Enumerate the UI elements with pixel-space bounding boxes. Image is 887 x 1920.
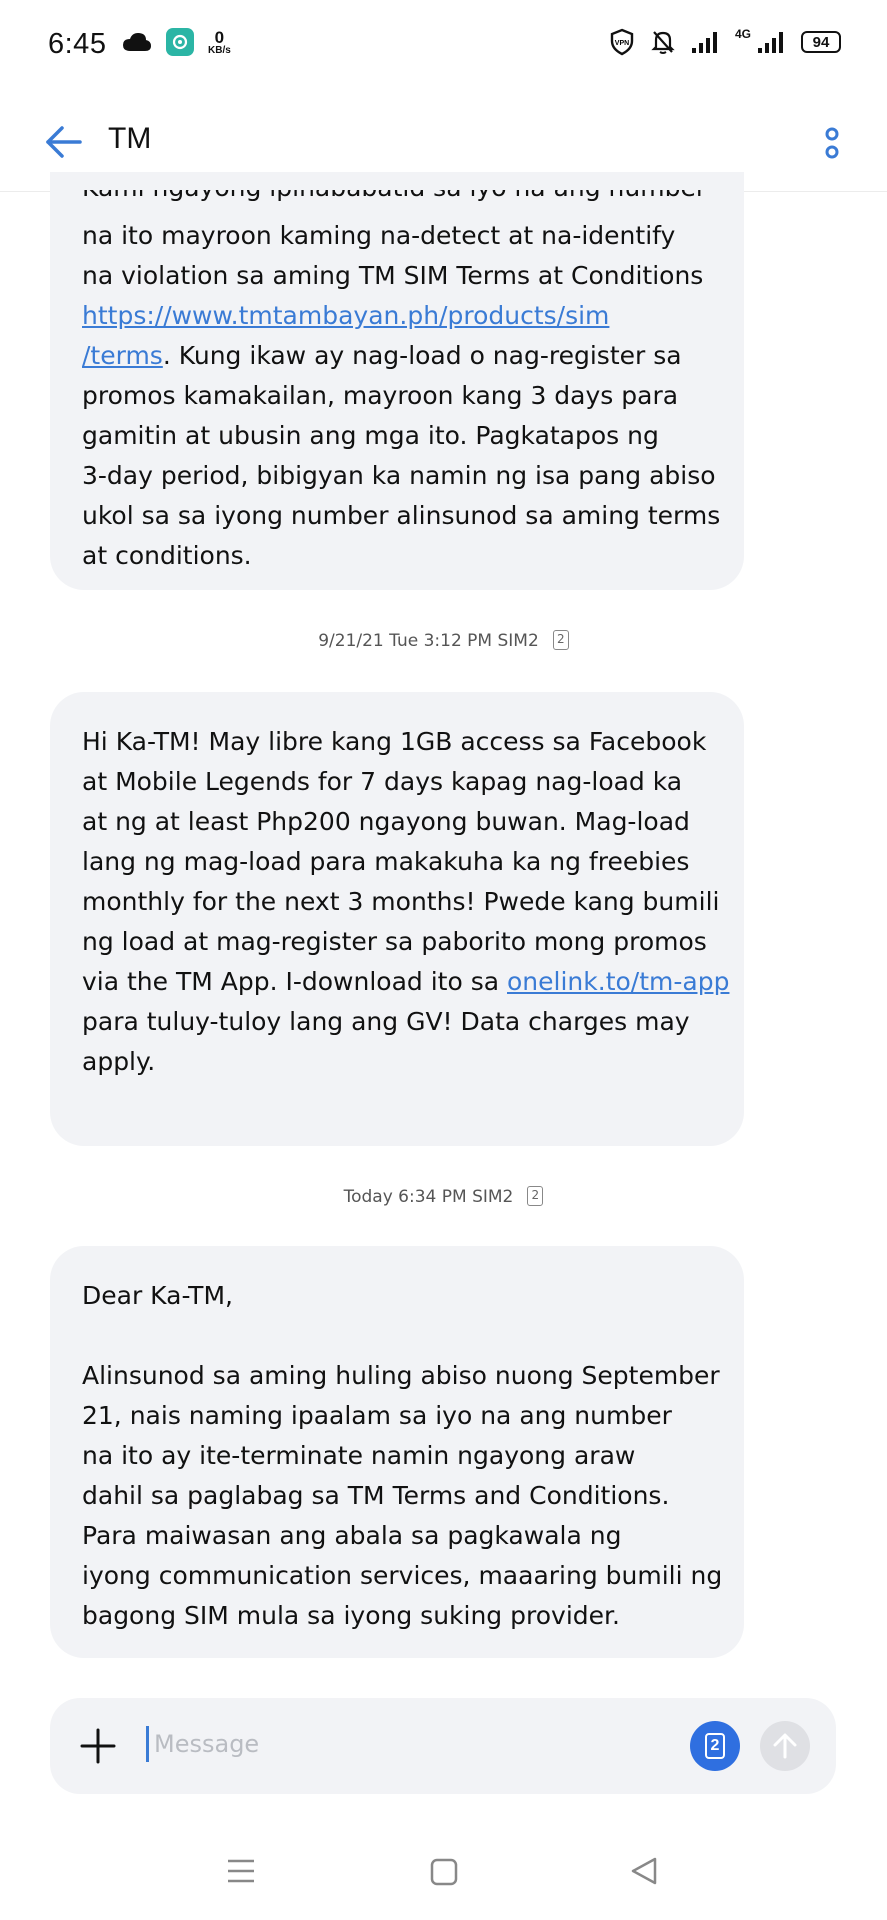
bell-off-icon xyxy=(651,29,675,55)
message-line: iyong communication services, maaaring b… xyxy=(82,1561,723,1590)
message-line: at conditions. xyxy=(82,541,252,570)
message-input[interactable] xyxy=(154,1722,674,1766)
back-arrow-icon[interactable] xyxy=(44,124,84,160)
battery-icon: 94 xyxy=(801,31,841,53)
net-speed-value: 0 xyxy=(214,27,225,47)
cloud-icon xyxy=(122,32,152,52)
message-line: 3-day period, bibigyan ka namin ng isa p… xyxy=(82,461,716,490)
message-line: https://www.tmtambayan.ph/products/sim xyxy=(82,296,710,336)
message-line: promos kamakailan, mayroon kang 3 days p… xyxy=(82,381,679,410)
system-navigation-bar xyxy=(0,1830,887,1920)
message-composer: 2 xyxy=(50,1698,836,1794)
message-line: bagong SIM mula sa iyong suking provider… xyxy=(82,1601,620,1630)
message-line: monthly for the next 3 months! Pwede kan… xyxy=(82,887,720,916)
status-left-icons: 0 KB/s xyxy=(122,28,231,56)
message-line xyxy=(82,1316,710,1356)
message-line: na ito mayroon kaming na-detect at na-id… xyxy=(82,221,676,250)
message-line: na violation sa aming TM SIM Terms at Co… xyxy=(82,261,704,290)
message-line: 21, nais naming ipaalam sa iyo na ang nu… xyxy=(82,1401,672,1430)
text-caret xyxy=(146,1726,149,1762)
sim-icon: 2 xyxy=(552,630,569,650)
nav-back-icon[interactable] xyxy=(630,1856,658,1890)
message-line: at ng at least Php200 ngayong buwan. Mag… xyxy=(82,807,690,836)
message-bubble[interactable]: Dear Ka-TM, Alinsunod sa aming huling ab… xyxy=(50,1246,744,1658)
status-time: 6:45 xyxy=(48,28,107,60)
message-line: na ito ay ite-terminate namin ngayong ar… xyxy=(82,1441,636,1470)
partial-line: Kami ngayong ipinababatid sa iyo na ang … xyxy=(82,190,722,212)
sim-select-button[interactable]: 2 xyxy=(690,1721,740,1771)
signal-icon xyxy=(757,30,785,54)
message-line: at Mobile Legends for 7 days kapag nag-l… xyxy=(82,767,683,796)
sim-icon: 2 xyxy=(527,1186,544,1206)
message-line: via the TM App. I-download ito sa onelin… xyxy=(82,967,730,996)
signal-icon xyxy=(691,30,719,54)
message-bubble[interactable]: Hi Ka-TM! May libre kang 1GB access sa F… xyxy=(50,692,744,1146)
plus-icon[interactable] xyxy=(80,1728,116,1764)
message-line: /terms. Kung ikaw ay nag-load o nag-regi… xyxy=(82,341,682,370)
terms-link[interactable]: /terms xyxy=(82,341,163,370)
message-line: ng load at mag-register sa paborito mong… xyxy=(82,927,707,956)
message-line: Hi Ka-TM! May libre kang 1GB access sa F… xyxy=(82,727,707,756)
message-line: Para maiwasan ang abala sa pagkawala ng xyxy=(82,1521,622,1550)
more-options-icon[interactable] xyxy=(822,126,842,160)
app-icon xyxy=(166,28,194,56)
send-button[interactable] xyxy=(760,1721,810,1771)
message-timestamp: Today 6:34 PM SIM2 2 xyxy=(0,1186,887,1207)
message-bubble[interactable]: Kami ngayong ipinababatid sa iyo na ang … xyxy=(50,172,744,590)
app-download-link[interactable]: onelink.to/tm-app xyxy=(507,967,729,996)
network-type: 4G xyxy=(734,27,751,41)
message-line: dahil sa paglabag sa TM Terms and Condit… xyxy=(82,1481,670,1510)
status-right-icons: VPN 4G 94 xyxy=(609,27,841,56)
message-line: apply. xyxy=(82,1047,156,1076)
message-line: Alinsunod sa aming huling abiso nuong Se… xyxy=(82,1361,720,1390)
message-line: gamitin at ubusin ang mga ito. Pagkatapo… xyxy=(82,421,659,450)
message-line: lang ng mag-load para makakuha ka ng fre… xyxy=(82,847,690,876)
message-line: para tuluy-tuloy lang ang GV! Data charg… xyxy=(82,1007,690,1036)
net-speed-unit: KB/s xyxy=(208,44,231,56)
conversation-title: TM xyxy=(108,122,152,155)
message-line: Dear Ka-TM, xyxy=(82,1281,233,1310)
vpn-icon: VPN xyxy=(609,28,635,56)
message-line: ukol sa sa iyong number alinsunod sa ami… xyxy=(82,501,721,530)
battery-level: 94 xyxy=(812,33,830,51)
net-speed: 0 KB/s xyxy=(208,29,231,56)
svg-text:VPN: VPN xyxy=(615,40,629,47)
message-timestamp: 9/21/21 Tue 3:12 PM SIM2 2 xyxy=(0,630,887,651)
sim-icon: 2 xyxy=(705,1733,725,1759)
menu-icon[interactable] xyxy=(226,1858,256,1888)
terms-link[interactable]: https://www.tmtambayan.ph/products/sim xyxy=(82,301,609,330)
arrow-up-icon xyxy=(773,1733,797,1759)
status-bar: 6:45 0 KB/s VPN 4G 94 xyxy=(0,0,887,92)
home-icon[interactable] xyxy=(430,1858,458,1890)
